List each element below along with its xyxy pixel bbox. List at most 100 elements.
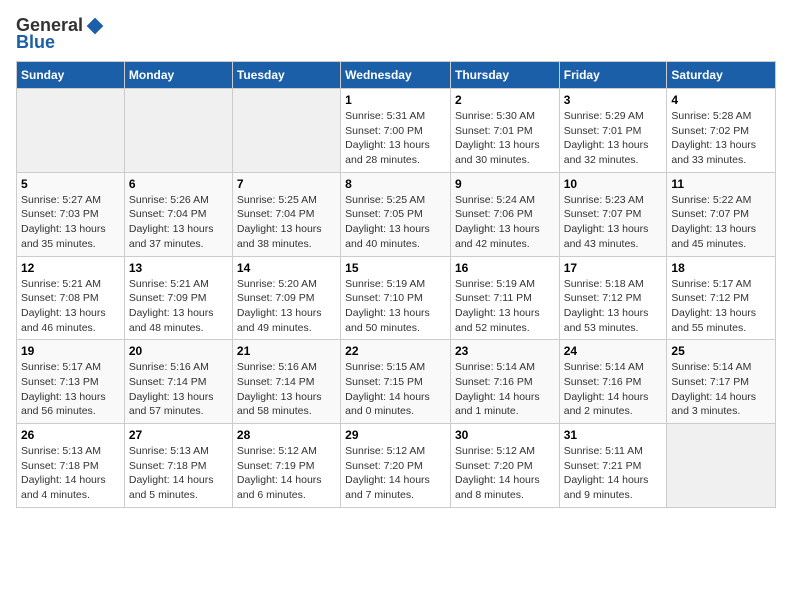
calendar-cell: [232, 89, 340, 173]
day-header-friday: Friday: [559, 62, 667, 89]
calendar-cell: 25Sunrise: 5:14 AM Sunset: 7:17 PM Dayli…: [667, 340, 776, 424]
calendar-cell: 15 Sunrise: 5:19 AM Sunset: 7:10 PM Dayli…: [341, 256, 451, 340]
calendar-cell: 29 Sunrise: 5:12 AM Sunset: 7:20 PM Dayli…: [341, 424, 451, 508]
day-info: Sunrise: 5:14 AM Sunset: 7:16 PM Dayligh…: [564, 360, 663, 419]
day-info: Sunrise: 5:12 AM Sunset: 7:20 PM Dayligh…: [455, 444, 555, 503]
calendar-week-2: 5 Sunrise: 5:27 AM Sunset: 7:03 PM Daylig…: [17, 172, 776, 256]
calendar-cell: 12Sunrise: 5:21 AM Sunset: 7:08 PM Dayli…: [17, 256, 125, 340]
day-number: 16: [455, 261, 555, 275]
calendar-cell: 27 Sunrise: 5:13 AM Sunset: 7:18 PM Dayli…: [124, 424, 232, 508]
day-header-saturday: Saturday: [667, 62, 776, 89]
day-number: 11: [671, 177, 771, 191]
day-header-monday: Monday: [124, 62, 232, 89]
calendar-cell: 3 Sunrise: 5:29 AM Sunset: 7:01 PM Daylig…: [559, 89, 667, 173]
day-number: 6: [129, 177, 228, 191]
day-number: 22: [345, 344, 446, 358]
calendar-cell: 18 Sunrise: 5:17 AM Sunset: 7:12 PM Dayli…: [667, 256, 776, 340]
day-number: 26: [21, 428, 120, 442]
calendar-cell: 7 Sunrise: 5:25 AM Sunset: 7:04 PM Daylig…: [232, 172, 340, 256]
day-number: 7: [237, 177, 336, 191]
day-info: Sunrise: 5:14 AM Sunset: 7:16 PM Dayligh…: [455, 360, 555, 419]
day-info: Sunrise: 5:12 AM Sunset: 7:20 PM Dayligh…: [345, 444, 446, 503]
day-info: Sunrise: 5:13 AM Sunset: 7:18 PM Dayligh…: [129, 444, 228, 503]
day-info: Sunrise: 5:30 AM Sunset: 7:01 PM Dayligh…: [455, 109, 555, 168]
calendar-cell: 28 Sunrise: 5:12 AM Sunset: 7:19 PM Dayli…: [232, 424, 340, 508]
day-info: Sunrise: 5:14 AM Sunset: 7:17 PM Dayligh…: [671, 360, 771, 419]
day-number: 28: [237, 428, 336, 442]
day-info: Sunrise: 5:20 AM Sunset: 7:09 PM Dayligh…: [237, 277, 336, 336]
day-number: 8: [345, 177, 446, 191]
day-info: Sunrise: 5:23 AM Sunset: 7:07 PM Dayligh…: [564, 193, 663, 252]
day-number: 21: [237, 344, 336, 358]
day-info: Sunrise: 5:19 AM Sunset: 7:10 PM Dayligh…: [345, 277, 446, 336]
day-number: 5: [21, 177, 120, 191]
day-header-thursday: Thursday: [450, 62, 559, 89]
calendar-week-5: 26 Sunrise: 5:13 AM Sunset: 7:18 PM Dayli…: [17, 424, 776, 508]
calendar-cell: 30 Sunrise: 5:12 AM Sunset: 7:20 PM Dayli…: [450, 424, 559, 508]
day-info: Sunrise: 5:17 AM Sunset: 7:13 PM Dayligh…: [21, 360, 120, 419]
day-info: Sunrise: 5:29 AM Sunset: 7:01 PM Dayligh…: [564, 109, 663, 168]
day-header-wednesday: Wednesday: [341, 62, 451, 89]
calendar-cell: 19 Sunrise: 5:17 AM Sunset: 7:13 PM Dayli…: [17, 340, 125, 424]
day-number: 13: [129, 261, 228, 275]
day-number: 20: [129, 344, 228, 358]
day-info: Sunrise: 5:31 AM Sunset: 7:00 PM Dayligh…: [345, 109, 446, 168]
day-number: 10: [564, 177, 663, 191]
day-number: 17: [564, 261, 663, 275]
day-info: Sunrise: 5:27 AM Sunset: 7:03 PM Dayligh…: [21, 193, 120, 252]
calendar-cell: 5 Sunrise: 5:27 AM Sunset: 7:03 PM Daylig…: [17, 172, 125, 256]
calendar-cell: 17Sunrise: 5:18 AM Sunset: 7:12 PM Dayli…: [559, 256, 667, 340]
day-info: Sunrise: 5:21 AM Sunset: 7:09 PM Dayligh…: [129, 277, 228, 336]
day-info: Sunrise: 5:17 AM Sunset: 7:12 PM Dayligh…: [671, 277, 771, 336]
day-info: Sunrise: 5:26 AM Sunset: 7:04 PM Dayligh…: [129, 193, 228, 252]
calendar-week-4: 19 Sunrise: 5:17 AM Sunset: 7:13 PM Dayli…: [17, 340, 776, 424]
day-info: Sunrise: 5:22 AM Sunset: 7:07 PM Dayligh…: [671, 193, 771, 252]
day-number: 2: [455, 93, 555, 107]
day-info: Sunrise: 5:15 AM Sunset: 7:15 PM Dayligh…: [345, 360, 446, 419]
calendar-cell: [17, 89, 125, 173]
calendar-cell: [667, 424, 776, 508]
day-number: 15: [345, 261, 446, 275]
day-number: 9: [455, 177, 555, 191]
day-info: Sunrise: 5:12 AM Sunset: 7:19 PM Dayligh…: [237, 444, 336, 503]
day-number: 31: [564, 428, 663, 442]
calendar-cell: 23 Sunrise: 5:14 AM Sunset: 7:16 PM Dayli…: [450, 340, 559, 424]
calendar-cell: 22 Sunrise: 5:15 AM Sunset: 7:15 PM Dayli…: [341, 340, 451, 424]
day-info: Sunrise: 5:28 AM Sunset: 7:02 PM Dayligh…: [671, 109, 771, 168]
day-number: 30: [455, 428, 555, 442]
day-info: Sunrise: 5:16 AM Sunset: 7:14 PM Dayligh…: [129, 360, 228, 419]
day-header-tuesday: Tuesday: [232, 62, 340, 89]
calendar-cell: 8Sunrise: 5:25 AM Sunset: 7:05 PM Daylig…: [341, 172, 451, 256]
calendar-cell: 9 Sunrise: 5:24 AM Sunset: 7:06 PM Daylig…: [450, 172, 559, 256]
calendar-header: SundayMondayTuesdayWednesdayThursdayFrid…: [17, 62, 776, 89]
calendar-cell: 14Sunrise: 5:20 AM Sunset: 7:09 PM Dayli…: [232, 256, 340, 340]
logo: General Blue: [16, 16, 105, 53]
calendar-cell: 21 Sunrise: 5:16 AM Sunset: 7:14 PM Dayli…: [232, 340, 340, 424]
day-number: 24: [564, 344, 663, 358]
calendar-cell: 11 Sunrise: 5:22 AM Sunset: 7:07 PM Dayli…: [667, 172, 776, 256]
calendar-week-3: 12Sunrise: 5:21 AM Sunset: 7:08 PM Dayli…: [17, 256, 776, 340]
calendar-cell: 24 Sunrise: 5:14 AM Sunset: 7:16 PM Dayli…: [559, 340, 667, 424]
calendar-cell: 13 Sunrise: 5:21 AM Sunset: 7:09 PM Dayli…: [124, 256, 232, 340]
day-number: 23: [455, 344, 555, 358]
day-info: Sunrise: 5:16 AM Sunset: 7:14 PM Dayligh…: [237, 360, 336, 419]
calendar-cell: 4Sunrise: 5:28 AM Sunset: 7:02 PM Daylig…: [667, 89, 776, 173]
calendar-cell: 20 Sunrise: 5:16 AM Sunset: 7:14 PM Dayli…: [124, 340, 232, 424]
calendar-cell: 31 Sunrise: 5:11 AM Sunset: 7:21 PM Dayli…: [559, 424, 667, 508]
calendar-table: SundayMondayTuesdayWednesdayThursdayFrid…: [16, 61, 776, 508]
day-info: Sunrise: 5:25 AM Sunset: 7:04 PM Dayligh…: [237, 193, 336, 252]
day-number: 18: [671, 261, 771, 275]
day-info: Sunrise: 5:21 AM Sunset: 7:08 PM Dayligh…: [21, 277, 120, 336]
calendar-cell: 16Sunrise: 5:19 AM Sunset: 7:11 PM Dayli…: [450, 256, 559, 340]
day-number: 3: [564, 93, 663, 107]
day-number: 1: [345, 93, 446, 107]
day-info: Sunrise: 5:24 AM Sunset: 7:06 PM Dayligh…: [455, 193, 555, 252]
calendar-cell: 2 Sunrise: 5:30 AM Sunset: 7:01 PM Daylig…: [450, 89, 559, 173]
calendar-cell: 26Sunrise: 5:13 AM Sunset: 7:18 PM Dayli…: [17, 424, 125, 508]
calendar-cell: 10 Sunrise: 5:23 AM Sunset: 7:07 PM Dayli…: [559, 172, 667, 256]
day-number: 19: [21, 344, 120, 358]
day-number: 29: [345, 428, 446, 442]
calendar-cell: 1 Sunrise: 5:31 AM Sunset: 7:00 PM Daylig…: [341, 89, 451, 173]
day-info: Sunrise: 5:11 AM Sunset: 7:21 PM Dayligh…: [564, 444, 663, 503]
day-number: 27: [129, 428, 228, 442]
